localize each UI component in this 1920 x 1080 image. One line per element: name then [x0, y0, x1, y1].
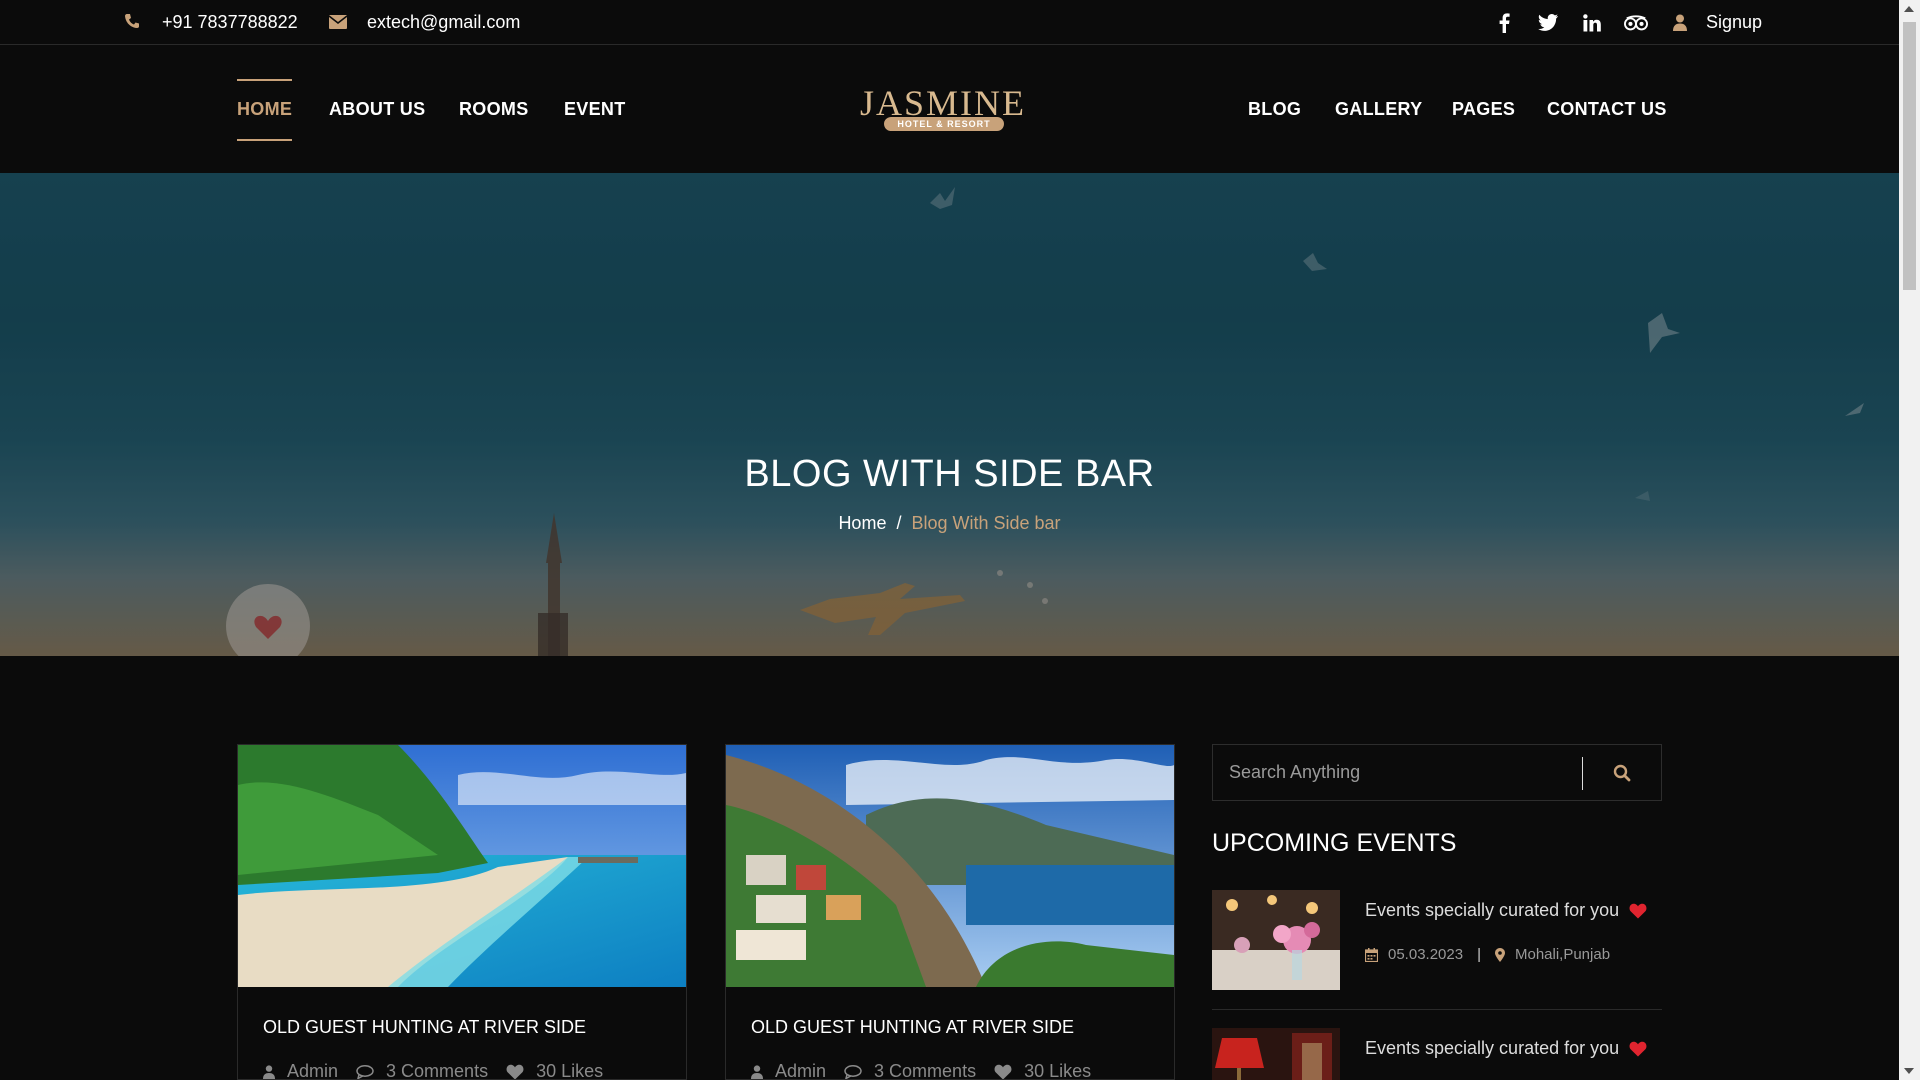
email-address: extech@gmail.com [367, 12, 521, 32]
logo-tagline: HOTEL & RESORT [884, 117, 1004, 131]
user-icon [1668, 11, 1692, 35]
heart-icon [994, 1064, 1012, 1079]
nav-home[interactable]: HOME [237, 45, 293, 173]
event-location: Mohali,Punjab [1514, 946, 1611, 963]
event-title[interactable]: Events specially curated for you [1365, 900, 1647, 921]
post-author-name: Admin [775, 1061, 827, 1080]
event-item[interactable]: Events specially curated for you [1212, 1028, 1662, 1080]
breadcrumb-current: Blog With Side bar [911, 513, 1061, 533]
nav-gallery[interactable]: GALLERY [1335, 45, 1422, 173]
main-navigation: HOME ABOUT US ROOMS EVENT JASMINE HOTEL … [0, 45, 1899, 173]
nav-contact-us[interactable]: CONTACT US [1547, 45, 1667, 173]
post-meta: Admin 3 Comments 30 Likes [263, 1061, 621, 1080]
jasmine-logo[interactable]: JASMINE HOTEL & RESORT [860, 83, 1027, 137]
comment-icon [844, 1064, 862, 1079]
event-thumbnail[interactable] [1212, 890, 1340, 990]
hero-overlay [0, 173, 1899, 656]
signup-label: Signup [1706, 12, 1763, 32]
scroll-down-arrow-icon[interactable] [1904, 1068, 1914, 1074]
post-title[interactable]: OLD GUEST HUNTING AT RIVER SIDE [751, 1017, 1074, 1038]
heart-icon [1629, 1041, 1647, 1056]
heart-icon [506, 1064, 524, 1079]
post-title[interactable]: OLD GUEST HUNTING AT RIVER SIDE [263, 1017, 586, 1038]
post-likes[interactable]: 30 Likes [506, 1061, 604, 1080]
post-author[interactable]: Admin [751, 1061, 827, 1080]
user-icon [263, 1064, 275, 1079]
event-date: 05.03.2023 [1388, 946, 1464, 963]
post-likes-count: 30 Likes [1024, 1061, 1092, 1080]
search-input[interactable] [1213, 745, 1583, 800]
page-scrollbar[interactable] [1899, 0, 1920, 1080]
page-title: BLOG WITH SIDE BAR [744, 453, 1155, 495]
upcoming-events-heading: UPCOMING EVENTS [1212, 829, 1457, 857]
post-comments[interactable]: 3 Comments [844, 1061, 977, 1080]
nav-about-us[interactable]: ABOUT US [329, 45, 425, 173]
event-title-text: Events specially curated for you [1365, 900, 1620, 920]
tripadvisor-icon[interactable] [1624, 11, 1648, 35]
post-comments-count: 3 Comments [386, 1061, 489, 1080]
breadcrumb-home-link[interactable]: Home [838, 513, 886, 533]
post-likes[interactable]: 30 Likes [994, 1061, 1092, 1080]
post-comments[interactable]: 3 Comments [356, 1061, 489, 1080]
post-author[interactable]: Admin [263, 1061, 339, 1080]
user-icon [751, 1064, 763, 1079]
search-button[interactable] [1583, 745, 1661, 800]
top-bar: +91 7837788822 extech@gmail.com Signup [0, 0, 1899, 45]
phone-icon [124, 13, 144, 33]
signup-link[interactable]: Signup [1668, 11, 1762, 35]
facebook-icon[interactable] [1492, 11, 1516, 35]
logo-wordmark: JASMINE [860, 83, 1027, 123]
scrollbar-thumb[interactable] [1903, 22, 1916, 290]
event-divider [1212, 1009, 1662, 1010]
scroll-up-arrow-icon[interactable] [1904, 6, 1914, 12]
envelope-icon [328, 13, 349, 33]
contact-phone[interactable]: +91 7837788822 [124, 0, 298, 45]
heart-icon [1629, 903, 1647, 918]
event-item[interactable]: Events specially curated for you 05.03.2… [1212, 890, 1662, 990]
event-title[interactable]: Events specially curated for you [1365, 1038, 1647, 1059]
post-author-name: Admin [287, 1061, 339, 1080]
nav-pages[interactable]: PAGES [1452, 45, 1515, 173]
blog-post-card[interactable]: OLD GUEST HUNTING AT RIVER SIDE Admin 3 … [237, 744, 687, 1080]
event-title-text: Events specially curated for you [1365, 1038, 1620, 1058]
search-icon [1613, 764, 1631, 781]
contact-email[interactable]: extech@gmail.com [328, 0, 521, 45]
post-image-beach[interactable] [238, 745, 686, 987]
map-pin-icon [1494, 947, 1505, 962]
breadcrumb-separator: / [896, 513, 902, 533]
breadcrumb: Home / Blog With Side bar [0, 513, 1899, 534]
meta-separator: | [1477, 946, 1481, 963]
nav-blog[interactable]: BLOG [1248, 45, 1301, 173]
comment-icon [356, 1064, 374, 1079]
calendar-icon [1365, 947, 1378, 962]
twitter-icon[interactable] [1536, 11, 1560, 35]
page-hero-banner: BLOG WITH SIDE BAR Home / Blog With Side b… [0, 173, 1899, 656]
blog-post-card[interactable]: OLD GUEST HUNTING AT RIVER SIDE Admin 3 … [725, 744, 1175, 1080]
post-meta: Admin 3 Comments 30 Likes [751, 1061, 1109, 1080]
post-comments-count: 3 Comments [874, 1061, 977, 1080]
sidebar-search [1212, 744, 1662, 801]
nav-event[interactable]: EVENT [564, 45, 626, 173]
event-meta: 05.03.2023 | Mohali,Punjab [1365, 946, 1610, 963]
post-likes-count: 30 Likes [536, 1061, 604, 1080]
event-thumbnail[interactable] [1212, 1028, 1340, 1080]
phone-number: +91 7837788822 [162, 12, 298, 32]
linkedin-icon[interactable] [1580, 11, 1604, 35]
post-image-coastal-town[interactable] [726, 745, 1174, 987]
social-links: Signup [1492, 0, 1762, 45]
nav-rooms[interactable]: ROOMS [459, 45, 529, 173]
